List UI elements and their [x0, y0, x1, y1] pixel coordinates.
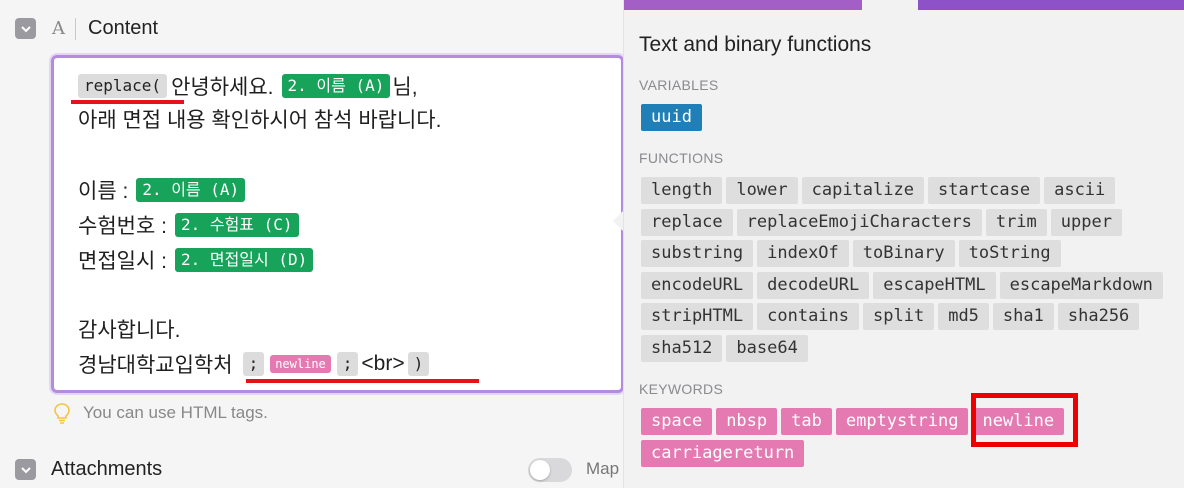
keyword-chip-emptystring[interactable]: emptystring: [835, 408, 969, 435]
editor-line-5: 면접일시 : 2. 면접일시 (D): [78, 245, 314, 275]
functions-popover: Text and binary functions VARIABLES uuid…: [623, 0, 1184, 488]
functions-list: length lower capitalize startcase ascii repla…: [641, 177, 1176, 367]
function-chip-substring[interactable]: substring: [641, 240, 754, 268]
function-chip-replaceemojicharacters[interactable]: replaceEmojiCharacters: [736, 208, 982, 236]
editor-line-6: 감사합니다.: [78, 319, 181, 342]
function-chip-sha512[interactable]: sha512: [641, 334, 723, 362]
editor-line-2: 아래 면접 내용 확인하시어 참석 바랍니다.: [78, 109, 442, 132]
collapse-checkbox[interactable]: [15, 459, 36, 480]
chevron-down-icon: [20, 466, 31, 473]
function-chip-sha256[interactable]: sha256: [1057, 303, 1140, 331]
map-toggle[interactable]: [528, 458, 572, 482]
lightbulb-icon: [54, 403, 70, 424]
function-chip-length[interactable]: length: [641, 177, 723, 204]
chevron-down-icon: [20, 25, 31, 32]
html-hint: You can use HTML tags.: [53, 402, 268, 424]
interview-date-token[interactable]: 2. 면접일시 (D): [174, 248, 314, 272]
br-tag-text: <br>: [361, 352, 405, 375]
honorific-text: 님,: [392, 76, 418, 99]
panel-tab-bar[interactable]: [918, 0, 1184, 10]
newline-token[interactable]: newline: [270, 355, 331, 373]
function-chip-startcase[interactable]: startcase: [927, 177, 1041, 204]
variable-chip-uuid[interactable]: uuid: [641, 104, 702, 131]
functions-label: FUNCTIONS: [639, 150, 724, 166]
text-type-icon: A: [52, 18, 65, 39]
name-label: 이름 :: [78, 180, 129, 203]
keywords-label: KEYWORDS: [639, 381, 724, 397]
replace-token[interactable]: replace(: [78, 74, 168, 98]
editor-line-1: replace( 안녕하세요. 2. 이름 (A) 님,: [78, 71, 418, 101]
keyword-chip-carriagereturn[interactable]: carriagereturn: [641, 439, 805, 467]
collapse-checkbox[interactable]: [15, 18, 36, 39]
function-chip-trim[interactable]: trim: [985, 208, 1047, 236]
function-chip-capitalize[interactable]: capitalize: [801, 177, 924, 204]
name-token[interactable]: 2. 이름 (A): [136, 178, 246, 202]
function-chip-split[interactable]: split: [863, 303, 935, 331]
close-paren-token[interactable]: ): [407, 352, 430, 376]
university-text: 경남대학교입학처: [78, 354, 233, 377]
function-chip-upper[interactable]: upper: [1050, 208, 1122, 236]
function-chip-striphtml[interactable]: stripHTML: [641, 303, 754, 331]
function-chip-decodeurl[interactable]: decodeURL: [757, 271, 870, 299]
highlight-annotation-box: [971, 393, 1078, 447]
editor-line-7: 경남대학교입학처 ; newline ; <br> ): [78, 349, 430, 379]
greeting-text: 안녕하세요.: [171, 76, 274, 99]
function-chip-encodeurl[interactable]: encodeURL: [641, 271, 754, 299]
exam-number-token[interactable]: 2. 수험표 (C): [174, 213, 299, 237]
panel-tab-bar[interactable]: [624, 0, 862, 10]
function-chip-tobinary[interactable]: toBinary: [852, 240, 955, 268]
function-chip-tostring[interactable]: toString: [958, 240, 1061, 268]
red-underline-annotation: [246, 379, 479, 383]
variables-list: uuid: [641, 104, 1176, 136]
interview-date-label: 면접일시 :: [78, 250, 167, 273]
attachments-label: Attachments: [51, 458, 163, 480]
function-chip-base64[interactable]: base64: [726, 334, 808, 362]
name-token[interactable]: 2. 이름 (A): [281, 74, 391, 98]
variables-label: VARIABLES: [639, 77, 719, 93]
panel-title: Text and binary functions: [639, 33, 872, 56]
function-chip-sha1[interactable]: sha1: [992, 303, 1054, 331]
keyword-chip-nbsp[interactable]: nbsp: [716, 408, 778, 435]
hint-text: You can use HTML tags.: [83, 403, 268, 422]
keywords-list: space nbsp tab emptystring newline carriagere…: [641, 408, 1176, 471]
function-chip-ascii[interactable]: ascii: [1044, 177, 1116, 204]
content-field-header: A Content: [15, 17, 158, 40]
toggle-knob: [530, 460, 550, 480]
semicolon-token[interactable]: ;: [242, 352, 265, 376]
function-chip-replace[interactable]: replace: [641, 208, 733, 236]
semicolon-token[interactable]: ;: [336, 352, 359, 376]
attachments-field-header: Attachments: [15, 458, 162, 481]
function-chip-contains[interactable]: contains: [757, 303, 860, 331]
field-title: Content: [88, 17, 159, 39]
function-chip-escapemarkdown[interactable]: escapeMarkdown: [999, 271, 1163, 299]
content-editor[interactable]: replace( 안녕하세요. 2. 이름 (A) 님, 아래 면접 내용 확인…: [51, 55, 624, 393]
editor-line-4: 수험번호 : 2. 수험표 (C): [78, 210, 299, 240]
map-label: Map: [586, 459, 620, 478]
keyword-chip-space[interactable]: space: [641, 408, 713, 435]
function-chip-indexof[interactable]: indexOf: [757, 240, 849, 268]
function-chip-escapehtml[interactable]: escapeHTML: [873, 271, 996, 299]
keyword-chip-tab[interactable]: tab: [781, 408, 832, 435]
function-chip-lower[interactable]: lower: [726, 177, 798, 204]
function-chip-md5[interactable]: md5: [938, 303, 989, 331]
divider: [75, 17, 76, 40]
exam-number-label: 수험번호 :: [78, 215, 167, 238]
editor-line-3: 이름 : 2. 이름 (A): [78, 175, 246, 205]
